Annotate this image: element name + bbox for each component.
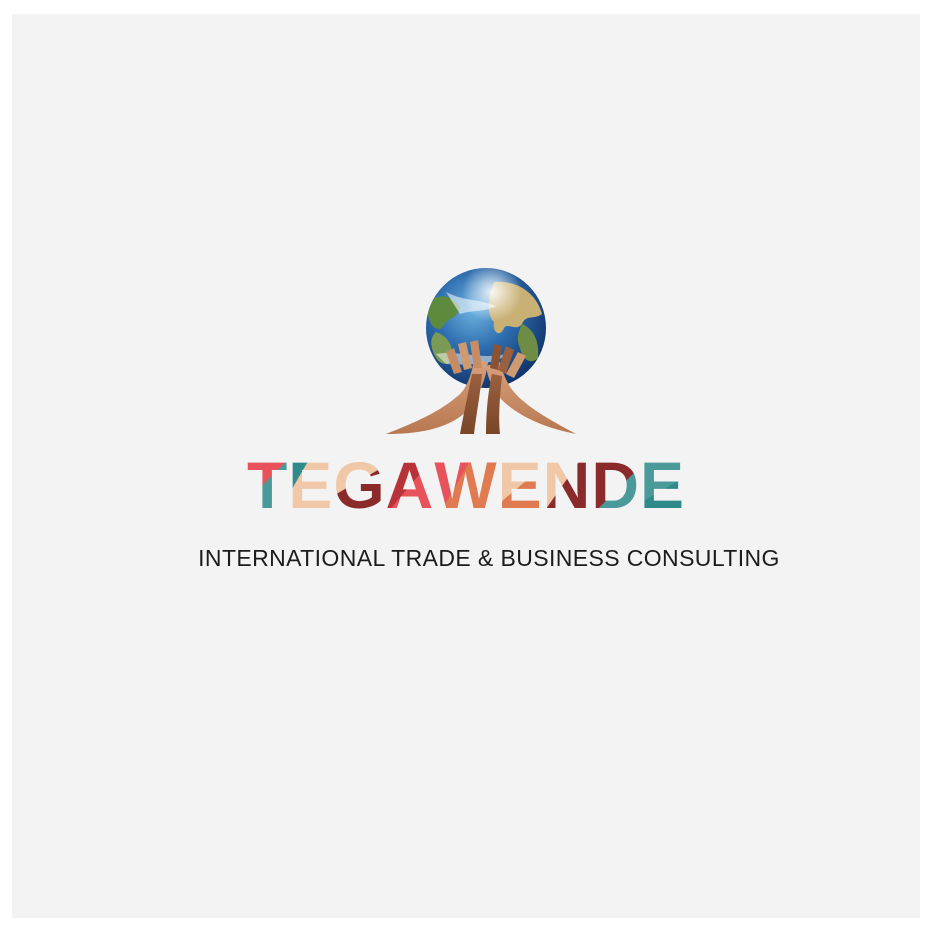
brand-letter: N (542, 448, 592, 522)
brand-letter: A (385, 448, 435, 522)
globe-hands-icon (376, 262, 586, 437)
brand-letter: G (333, 448, 386, 522)
brand-wordmark: TEGAWENDE (12, 452, 920, 518)
brand-letter: E (497, 448, 543, 522)
brand-letter: E (640, 448, 686, 522)
brand-letter: T (246, 448, 289, 522)
brand-letter: W (434, 448, 498, 522)
tagline: INTERNATIONAL TRADE & BUSINESS CONSULTIN… (198, 545, 780, 571)
brand-letter: E (288, 448, 334, 522)
logo-canvas: TEGAWENDE INTERNATIONAL TRADE & BUSINESS… (12, 14, 920, 918)
brand-letter: D (591, 448, 640, 522)
